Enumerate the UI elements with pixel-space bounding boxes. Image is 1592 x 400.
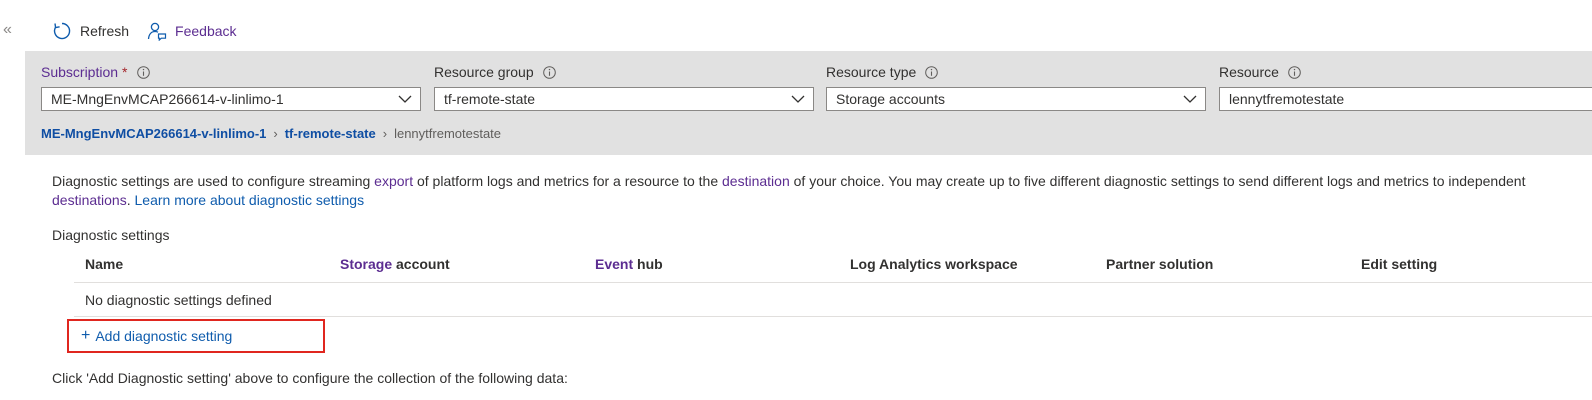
resource-type-label: Resource type xyxy=(826,63,1206,81)
description-part: of your choice. You may create up to fiv… xyxy=(789,173,1526,189)
feedback-icon xyxy=(147,22,167,41)
chevron-down-icon xyxy=(791,95,805,103)
breadcrumb-separator: › xyxy=(273,126,278,141)
resource-group-label-text: Resource group xyxy=(434,64,534,80)
subscription-filter: Subscription * ME-MngEnvMCAP266614-v-lin… xyxy=(41,63,421,111)
refresh-button[interactable]: Refresh xyxy=(52,21,129,41)
breadcrumb-separator: › xyxy=(382,126,388,141)
description-part: Diagnostic settings are used to configur… xyxy=(52,173,375,189)
subscription-label-text: Subscription xyxy=(41,64,119,80)
refresh-label: Refresh xyxy=(80,23,130,39)
resource-type-dropdown[interactable]: Storage accounts xyxy=(826,87,1206,111)
resource-label-text: Resource xyxy=(1219,64,1279,80)
resource-type-label-text: Resource type xyxy=(826,64,917,80)
event-highlight[interactable]: Event xyxy=(595,256,633,272)
column-header-log-analytics: Log Analytics workspace xyxy=(850,256,1018,272)
resource-value: lennytfremotestate xyxy=(1229,91,1345,107)
column-header-storage-account: Storage account xyxy=(340,256,450,272)
resource-group-filter: Resource group tf-remote-state xyxy=(434,63,814,111)
description-part: . xyxy=(126,192,135,208)
info-icon[interactable] xyxy=(925,65,939,79)
info-icon[interactable] xyxy=(136,65,150,79)
collapse-panel-icon[interactable]: « xyxy=(3,20,12,40)
command-bar: Refresh Feedback xyxy=(52,18,255,44)
breadcrumb-subscription[interactable]: ME-MngEnvMCAP266614-v-linlimo-1 xyxy=(41,126,266,141)
info-icon[interactable] xyxy=(542,65,556,79)
breadcrumb-current: lennytfremotestate xyxy=(394,126,502,141)
resource-filter: Resource lennytfremotestate xyxy=(1219,63,1592,111)
add-diagnostic-setting-button[interactable]: + Add diagnostic setting xyxy=(67,319,325,353)
resource-group-value: tf-remote-state xyxy=(444,91,536,107)
footer-note: Click 'Add Diagnostic setting' above to … xyxy=(52,370,568,386)
breadcrumb: ME-MngEnvMCAP266614-v-linlimo-1 › tf-rem… xyxy=(41,126,501,141)
description-part: of platform logs and metrics for a resou… xyxy=(413,173,723,189)
resource-dropdown[interactable]: lennytfremotestate xyxy=(1219,87,1592,111)
section-title: Diagnostic settings xyxy=(52,227,170,243)
chevron-down-icon xyxy=(1183,95,1197,103)
storage-highlight[interactable]: Storage xyxy=(340,256,392,272)
column-header-partner-solution: Partner solution xyxy=(1106,256,1214,272)
destinations-link[interactable]: destinations xyxy=(52,192,127,208)
feedback-label: Feedback xyxy=(175,23,237,39)
resource-label: Resource xyxy=(1219,63,1592,81)
chevron-down-icon xyxy=(398,95,412,103)
table-header: Name Storage account Event hub Log Analy… xyxy=(74,245,1592,283)
subscription-label: Subscription * xyxy=(41,63,421,81)
info-icon[interactable] xyxy=(1288,65,1301,79)
column-header-name: Name xyxy=(85,256,124,272)
feedback-button[interactable]: Feedback xyxy=(147,21,237,41)
breadcrumb-resource-group[interactable]: tf-remote-state xyxy=(285,126,376,141)
add-diagnostic-setting-label: Add diagnostic setting xyxy=(95,328,233,344)
subscription-value: ME-MngEnvMCAP266614-v-linlimo-1 xyxy=(51,91,284,107)
resource-type-filter: Resource type Storage accounts xyxy=(826,63,1206,111)
description-text: Diagnostic settings are used to configur… xyxy=(52,172,1562,210)
table-row: No diagnostic settings defined xyxy=(74,283,1592,317)
refresh-icon xyxy=(53,22,71,40)
scope-filter-bar: Subscription * ME-MngEnvMCAP266614-v-lin… xyxy=(25,51,1592,155)
plus-icon: + xyxy=(81,327,91,344)
column-header-edit-setting: Edit setting xyxy=(1361,256,1438,272)
destination-link[interactable]: destination xyxy=(722,173,790,189)
required-marker: * xyxy=(122,64,128,80)
resource-group-dropdown[interactable]: tf-remote-state xyxy=(434,87,814,111)
resource-group-label: Resource group xyxy=(434,63,814,81)
empty-message: No diagnostic settings defined xyxy=(85,292,272,308)
subscription-dropdown[interactable]: ME-MngEnvMCAP266614-v-linlimo-1 xyxy=(41,87,421,111)
resource-type-value: Storage accounts xyxy=(836,91,945,107)
event-rest: hub xyxy=(633,256,663,272)
column-header-event-hub: Event hub xyxy=(595,256,663,272)
storage-rest: account xyxy=(392,256,450,272)
learn-more-link[interactable]: Learn more about diagnostic settings xyxy=(135,192,365,208)
export-link[interactable]: export xyxy=(374,173,413,189)
